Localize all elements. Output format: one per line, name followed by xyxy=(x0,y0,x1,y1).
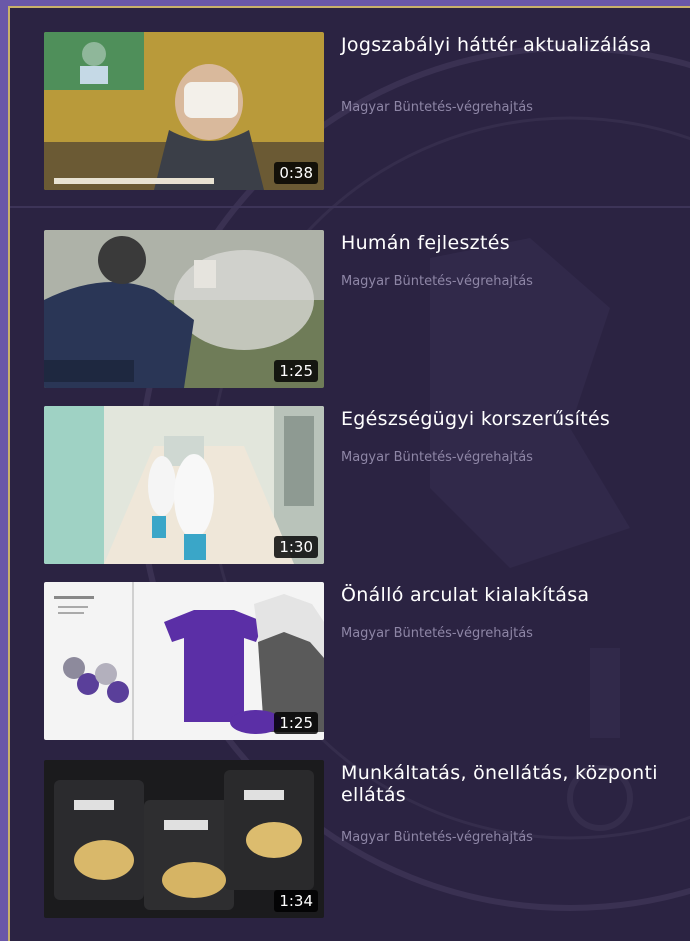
video-thumbnail[interactable]: 1:25 xyxy=(44,230,324,388)
video-duration: 1:34 xyxy=(274,890,318,912)
channel-name[interactable]: Magyar Büntetés-végrehajtás xyxy=(341,100,533,115)
video-item[interactable]: 1:25 Önálló arculat kialakítása Magyar B… xyxy=(44,582,690,742)
video-thumbnail[interactable]: 1:34 xyxy=(44,760,324,918)
channel-name[interactable]: Magyar Büntetés-végrehajtás xyxy=(341,626,533,641)
video-duration: 1:25 xyxy=(274,360,318,382)
video-thumbnail[interactable]: 1:25 xyxy=(44,582,324,740)
video-thumbnail[interactable]: 1:30 xyxy=(44,406,324,564)
video-list-panel: 0:38 Jogszabályi háttér aktualizálása Ma… xyxy=(8,6,690,941)
video-item[interactable]: 1:25 Humán fejlesztés Magyar Büntetés-vé… xyxy=(44,230,690,390)
video-title[interactable]: Önálló arculat kialakítása xyxy=(341,584,690,606)
video-duration: 0:38 xyxy=(274,162,318,184)
channel-name[interactable]: Magyar Büntetés-végrehajtás xyxy=(341,450,533,465)
video-title[interactable]: Jogszabályi háttér aktualizálása xyxy=(341,34,690,56)
video-title[interactable]: Munkáltatás, önellátás, központi ellátás xyxy=(341,762,690,806)
video-title[interactable]: Egészségügyi korszerűsítés xyxy=(341,408,690,430)
channel-name[interactable]: Magyar Büntetés-végrehajtás xyxy=(341,830,533,845)
video-item[interactable]: 0:38 Jogszabályi háttér aktualizálása Ma… xyxy=(44,32,690,192)
video-item[interactable]: 1:30 Egészségügyi korszerűsítés Magyar B… xyxy=(44,406,690,566)
video-thumbnail[interactable]: 0:38 xyxy=(44,32,324,190)
video-duration: 1:30 xyxy=(274,536,318,558)
divider xyxy=(10,206,690,208)
video-item[interactable]: 1:34 Munkáltatás, önellátás, központi el… xyxy=(44,760,690,920)
video-duration: 1:25 xyxy=(274,712,318,734)
video-title[interactable]: Humán fejlesztés xyxy=(341,232,690,254)
channel-name[interactable]: Magyar Büntetés-végrehajtás xyxy=(341,274,533,289)
